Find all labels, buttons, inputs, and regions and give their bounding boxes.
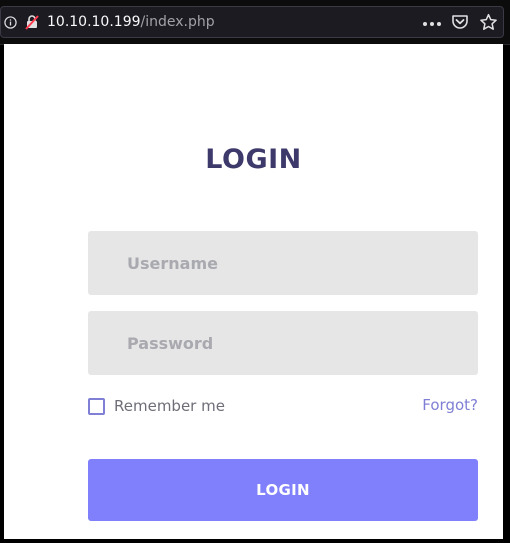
address-bar[interactable]: 10.10.10.199/index.php: [0, 6, 504, 38]
bookmark-star-icon[interactable]: [479, 13, 498, 32]
username-input[interactable]: [88, 231, 478, 295]
more-actions-icon[interactable]: [421, 19, 443, 29]
browser-toolbar: 10.10.10.199/index.php: [0, 0, 510, 45]
browser-window: 10.10.10.199/index.php LOGIN Remember me: [0, 0, 510, 543]
remember-me-toggle[interactable]: Remember me: [88, 395, 225, 417]
remember-me-checkbox[interactable]: [88, 397, 105, 415]
page-content: LOGIN Remember me Forgot? LOGIN: [4, 44, 503, 539]
password-input[interactable]: [88, 311, 478, 375]
login-button[interactable]: LOGIN: [88, 459, 478, 521]
remember-me-label: Remember me: [114, 397, 225, 415]
forgot-password-link[interactable]: Forgot?: [422, 396, 478, 414]
url-text[interactable]: 10.10.10.199/index.php: [47, 13, 215, 31]
url-path: /index.php: [140, 14, 215, 30]
info-icon[interactable]: [4, 16, 17, 29]
insecure-connection-icon[interactable]: [24, 14, 40, 30]
login-title: LOGIN: [205, 144, 302, 175]
pocket-icon[interactable]: [451, 13, 469, 31]
url-host: 10.10.10.199: [47, 14, 141, 30]
